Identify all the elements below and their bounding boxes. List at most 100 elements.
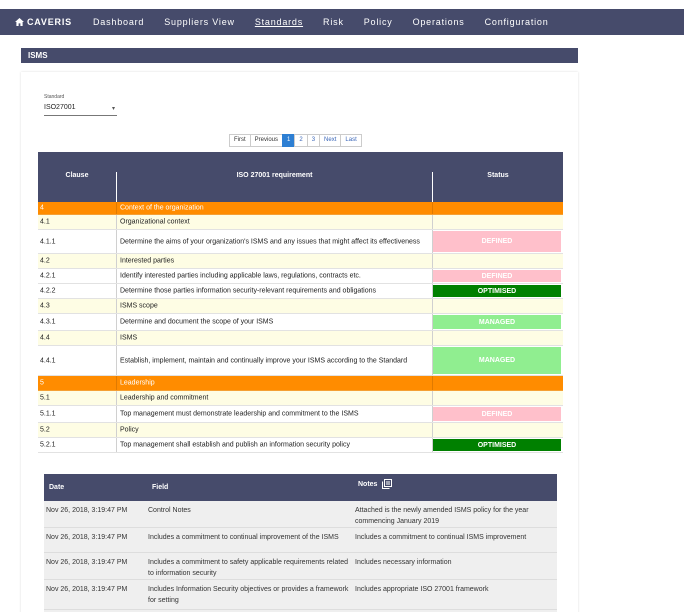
table-row: 4.2 Interested parties [38,254,563,269]
copy-notes-icon[interactable] [382,479,393,489]
column-divider [432,215,433,229]
clause-cell: 4 [40,204,44,212]
page-last[interactable]: Last [340,134,362,147]
page-3[interactable]: 3 [306,134,321,147]
table-row: 4.4.1 Establish, implement, maintain and … [38,346,563,376]
clause-cell: 4.3.1 [40,318,56,326]
notes-field-cell: Control Notes [148,507,191,514]
column-divider [116,376,117,390]
column-divider [116,269,117,283]
status-badge[interactable]: DEFINED [433,231,561,252]
requirement-cell: Determine and document the scope of your… [120,318,274,326]
table-row: 4.2.1 Identify interested parties includi… [38,269,563,284]
pagination: First Previous 1 2 3 Next Last [229,134,362,147]
notes-notes-cell: Attached is the newly amended ISMS polic… [355,507,529,525]
column-divider [116,254,117,268]
table-row: 4.4 ISMS [38,331,563,346]
nav-dashboard[interactable]: Dashboard [93,17,144,27]
header-requirement: ISO 27001 requirement [236,172,313,179]
notes-field-cell: Includes a commitment to safety applicab… [148,559,348,577]
notes-date-cell: Nov 26, 2018, 3:19:47 PM [46,507,128,514]
table-row: 5.1.1 Top management must demonstrate lea… [38,406,563,423]
status-badge[interactable]: OPTIMISED [433,285,561,297]
column-divider [432,423,433,437]
nav-operations[interactable]: Operations [413,17,465,27]
notes-date-cell: Nov 26, 2018, 3:19:47 PM [46,559,128,566]
notes-date-cell: Nov 26, 2018, 3:19:47 PM [46,534,128,541]
clause-cell: 4.2.2 [40,287,56,295]
page-previous[interactable]: Previous [249,134,284,147]
nav-suppliers-view[interactable]: Suppliers View [164,17,235,27]
clause-cell: 4.2.1 [40,272,56,280]
table-row: 4.2.2 Determine those parties information… [38,284,563,299]
notes-row: Nov 26, 2018, 3:19:47 PM Includes a commi… [44,553,557,580]
column-divider [432,391,433,405]
notes-row: Nov 26, 2018, 3:19:47 PM Includes Informa… [44,580,557,610]
notes-notes-cell: Includes a commitment to continual ISMS … [355,534,527,541]
requirement-cell: Establish, implement, maintain and conti… [120,357,408,364]
requirement-cell: Determine those parties information secu… [120,287,377,295]
clause-cell: 4.4.1 [40,357,56,364]
requirement-cell: Top management must demonstrate leadersh… [120,410,359,418]
status-badge[interactable]: DEFINED [433,407,561,421]
table-row: 5.2.1 Top management shall establish and … [38,438,563,453]
notes-field-cell: Includes a commitment to continual impro… [148,534,339,541]
notes-date-cell: Nov 26, 2018, 3:19:47 PM [46,586,128,593]
standard-label: Standard [44,94,65,100]
header-clause: Clause [65,172,89,179]
status-badge[interactable]: OPTIMISED [433,439,561,451]
column-divider [116,423,117,437]
brand-name: CAVERIS [27,17,72,27]
top-navbar: CAVERIS Dashboard Suppliers View Standar… [0,9,684,35]
notes-header-date: Date [49,484,65,491]
column-divider [432,331,433,345]
page-2[interactable]: 2 [294,134,308,147]
home-icon [15,18,24,26]
nav-risk[interactable]: Risk [323,17,344,27]
nav-policy[interactable]: Policy [364,17,393,27]
clause-cell: 4.1 [40,218,50,226]
table-row: 4.3.1 Determine and document the scope of… [38,314,563,331]
notes-header-field: Field [152,484,169,491]
requirement-cell: Policy [120,426,139,434]
requirement-cell: ISMS [120,334,138,342]
notes-header-notes: Notes [358,479,393,489]
requirement-cell: Identify interested parties including ap… [120,272,361,280]
requirements-table-header: Clause ISO 27001 requirement Status [38,152,563,222]
page-1[interactable]: 1 [282,134,296,147]
page-next[interactable]: Next [319,134,342,147]
table-row: 5.1 Leadership and commitment [38,391,563,406]
column-divider [432,254,433,268]
clause-cell: 4.2 [40,257,50,265]
column-divider [116,391,117,405]
nav-standards[interactable]: Standards [255,17,303,27]
clause-cell: 5.1 [40,394,50,402]
notes-table-header: Date Field Notes [44,474,557,501]
notes-field-cell: Includes Information Security objectives… [148,586,349,604]
column-divider [116,215,117,229]
column-divider [116,284,117,298]
header-status: Status [487,172,509,179]
status-badge[interactable]: DEFINED [433,270,561,282]
notes-table: Date Field Notes Nov 26, 2018, 3:19:47 P… [44,474,557,612]
nav-configuration[interactable]: Configuration [485,17,549,27]
chevron-down-icon: ▾ [111,106,115,112]
standard-select-value: ISO27001 [44,104,76,111]
clause-cell: 5 [40,379,44,387]
column-divider [116,230,117,253]
notes-notes-cell: Includes necessary information [355,559,452,566]
table-row: 4.1.1 Determine the aims of your organiza… [38,230,563,254]
requirement-cell: Top management shall establish and publi… [120,441,350,449]
standard-select[interactable]: ISO27001 ▾ [44,104,117,116]
brand-logo[interactable]: CAVERIS [15,17,77,27]
column-divider [116,438,117,452]
requirement-cell: Leadership [120,379,155,387]
table-row: 4.3 ISMS scope [38,299,563,314]
requirement-cell: Organizational context [120,218,190,226]
notes-row: Nov 26, 2018, 3:19:47 PM Includes a commi… [44,528,557,553]
clause-cell: 5.2 [40,426,50,434]
page-first[interactable]: First [229,134,251,147]
status-badge[interactable]: MANAGED [433,347,561,374]
status-badge[interactable]: MANAGED [433,315,561,329]
column-divider [116,346,117,375]
